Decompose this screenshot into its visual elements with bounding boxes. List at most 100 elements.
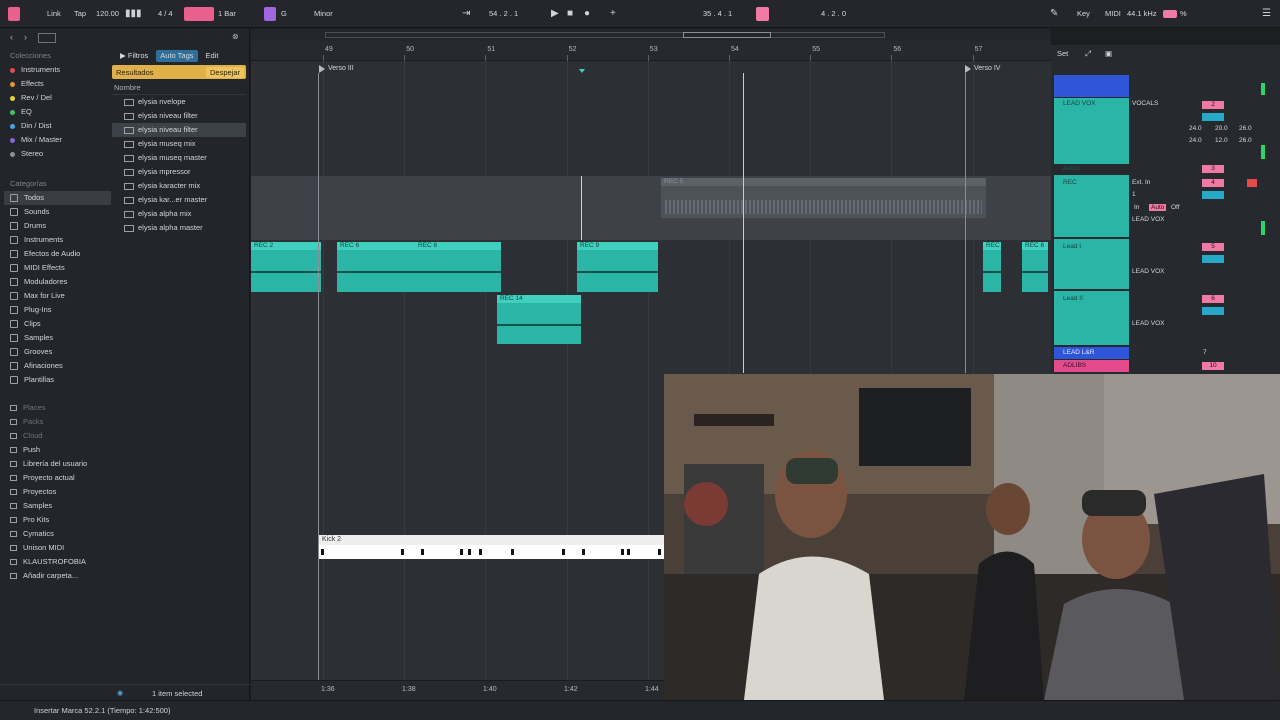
scale-selector[interactable]: Minor bbox=[314, 8, 333, 20]
lock-icon[interactable]: ▣ bbox=[1105, 49, 1112, 58]
collection-rev-del[interactable]: Rev / Del bbox=[4, 91, 111, 105]
category-clips[interactable]: Clips bbox=[4, 317, 111, 331]
place-push[interactable]: Push bbox=[4, 443, 111, 457]
volume-value[interactable]: 24.0 bbox=[1189, 137, 1202, 144]
place-unison-midi[interactable]: Unison MIDI bbox=[4, 541, 111, 555]
track-number[interactable]: 7 bbox=[1203, 349, 1207, 356]
collection-instruments[interactable]: Instruments bbox=[4, 63, 111, 77]
place-klaustrofobia[interactable]: KLAUSTROFOBIA bbox=[4, 555, 111, 569]
plugin-item[interactable]: elysia mpressor bbox=[112, 165, 246, 179]
set-button[interactable]: Set bbox=[1057, 49, 1068, 58]
plugin-item[interactable]: elysia nvelope bbox=[112, 95, 246, 109]
route-lead-vox[interactable]: VOCALS bbox=[1132, 100, 1158, 107]
plugin-item[interactable]: elysia alpha mix bbox=[112, 207, 246, 221]
category-todos[interactable]: Todos bbox=[4, 191, 111, 205]
tap-button[interactable]: Tap bbox=[74, 8, 86, 20]
bar-ruler[interactable]: 49 50 51 52 53 54 55 56 57 bbox=[251, 41, 1051, 61]
auto-tags-button[interactable]: Auto Tags bbox=[156, 50, 198, 62]
locator-verso-iii[interactable]: Verso III bbox=[328, 65, 354, 72]
metronome-button[interactable] bbox=[184, 7, 214, 21]
track-name-lead-vox[interactable]: LEAD VOX bbox=[1063, 100, 1096, 107]
tempo-field[interactable]: 120.00 bbox=[96, 8, 119, 20]
category-plug-ins[interactable]: Plug-Ins bbox=[4, 303, 111, 317]
volume-slider[interactable] bbox=[1202, 255, 1224, 263]
volume-value[interactable]: 26.0 bbox=[1239, 137, 1252, 144]
track-number[interactable]: 5 bbox=[1202, 243, 1224, 251]
collection-mix-master[interactable]: Mix / Master bbox=[4, 133, 111, 147]
search-input[interactable] bbox=[38, 33, 56, 43]
clip-rec-2[interactable]: REC 2 bbox=[251, 242, 321, 292]
track-number[interactable]: 4 bbox=[1202, 179, 1224, 187]
volume-value[interactable]: 24.0 bbox=[1189, 125, 1202, 132]
back-arrow-icon[interactable]: ‹ bbox=[10, 32, 13, 42]
view-toggle-icon[interactable] bbox=[8, 7, 20, 21]
track-name-lead-i[interactable]: Lead I bbox=[1063, 243, 1081, 250]
follow-icon[interactable]: ⇥ bbox=[462, 7, 470, 21]
menu-icon[interactable]: ☰ bbox=[1262, 7, 1271, 21]
place-a-adir-carpeta[interactable]: Añadir carpeta... bbox=[4, 569, 111, 583]
volume-value[interactable]: 20.0 bbox=[1215, 125, 1228, 132]
metronome-bars-icon[interactable]: ▮▮▮ bbox=[125, 7, 142, 21]
quantize-menu[interactable]: 1 Bar bbox=[218, 8, 236, 20]
song-position-field[interactable]: 54 . 2 . 1 bbox=[489, 8, 518, 20]
route-lead-ii[interactable]: LEAD VOX bbox=[1132, 320, 1165, 327]
collection-stereo[interactable]: Stereo bbox=[4, 147, 111, 161]
locator-flag-icon[interactable] bbox=[319, 65, 325, 73]
plugin-item[interactable]: elysia niveau filter bbox=[112, 109, 246, 123]
clip-rec-1[interactable]: REC 1 bbox=[983, 242, 1005, 292]
record-icon[interactable]: ● bbox=[584, 7, 590, 21]
place-proyecto-actual[interactable]: Proyecto actual bbox=[4, 471, 111, 485]
plugin-item[interactable]: elysia alpha master bbox=[112, 221, 246, 235]
stop-icon[interactable]: ■ bbox=[567, 7, 573, 21]
category-grooves[interactable]: Grooves bbox=[4, 345, 111, 359]
key-map-button[interactable]: Key bbox=[1077, 8, 1090, 20]
place-pro-kits[interactable]: Pro Kits bbox=[4, 513, 111, 527]
overview-strip[interactable] bbox=[251, 29, 1051, 41]
key-selector[interactable]: G bbox=[281, 8, 287, 20]
midi-clip-kick-2[interactable]: Kick 2 bbox=[319, 535, 665, 559]
place-proyectos[interactable]: Proyectos bbox=[4, 485, 111, 499]
route-lead-i[interactable]: LEAD VOX bbox=[1132, 268, 1165, 275]
category-moduladores[interactable]: Moduladores bbox=[4, 275, 111, 289]
category-midi-effects[interactable]: MIDI Effects bbox=[4, 261, 111, 275]
clip-rec-5[interactable]: REC 5 bbox=[661, 178, 986, 218]
collection-eq[interactable]: EQ bbox=[4, 105, 111, 119]
track-number[interactable]: 10 bbox=[1202, 362, 1224, 370]
track-number[interactable]: 3 bbox=[1202, 165, 1224, 173]
plugin-item[interactable]: elysia kar...er master bbox=[112, 193, 246, 207]
category-plantillas[interactable]: Plantillas bbox=[4, 373, 111, 387]
track-lead-vox[interactable] bbox=[1054, 98, 1129, 164]
forward-arrow-icon[interactable]: › bbox=[24, 32, 27, 42]
place-librer-a-del-usuario[interactable]: Librería del usuario bbox=[4, 457, 111, 471]
volume-slider[interactable] bbox=[1202, 113, 1224, 121]
plugin-item[interactable]: elysia karacter mix bbox=[112, 179, 246, 193]
output-rec[interactable]: LEAD VOX bbox=[1132, 216, 1165, 223]
locator-flag-icon[interactable] bbox=[965, 65, 971, 73]
collection-effects[interactable]: Effects bbox=[4, 77, 111, 91]
clear-button[interactable]: Despejar bbox=[205, 66, 244, 78]
category-sounds[interactable]: Sounds bbox=[4, 205, 111, 219]
place-cymatics[interactable]: Cymatics bbox=[4, 527, 111, 541]
record-arm-button[interactable] bbox=[1247, 179, 1257, 187]
category-samples[interactable]: Samples bbox=[4, 331, 111, 345]
monitor-in[interactable]: In bbox=[1134, 204, 1139, 211]
volume-value[interactable]: 12.0 bbox=[1215, 137, 1228, 144]
link-button[interactable]: Link bbox=[47, 8, 61, 20]
place-cloud[interactable]: Cloud bbox=[4, 429, 111, 443]
collection-din-dist[interactable]: Din / Dist bbox=[4, 119, 111, 133]
place-packs[interactable]: Packs bbox=[4, 415, 111, 429]
draw-mode-icon[interactable]: ✎ bbox=[1050, 7, 1058, 21]
play-icon[interactable]: ▶ bbox=[551, 7, 559, 21]
category-afinaciones[interactable]: Afinaciones bbox=[4, 359, 111, 373]
close-search-icon[interactable]: ⊗ bbox=[232, 32, 239, 41]
monitor-off[interactable]: Off bbox=[1171, 204, 1180, 211]
loop-switch-icon[interactable] bbox=[756, 7, 769, 21]
loop-start-field[interactable]: 35 . 4 . 1 bbox=[703, 8, 732, 20]
category-max-for-live[interactable]: Max for Live bbox=[4, 289, 111, 303]
track-number[interactable]: 6 bbox=[1202, 295, 1224, 303]
locator-verso-iv[interactable]: Verso IV bbox=[974, 65, 1000, 72]
plugin-item[interactable]: elysia niveau filter bbox=[112, 123, 246, 137]
group-header-strip[interactable] bbox=[1054, 75, 1129, 97]
track-number[interactable]: 2 bbox=[1202, 101, 1224, 109]
category-instruments[interactable]: Instruments bbox=[4, 233, 111, 247]
